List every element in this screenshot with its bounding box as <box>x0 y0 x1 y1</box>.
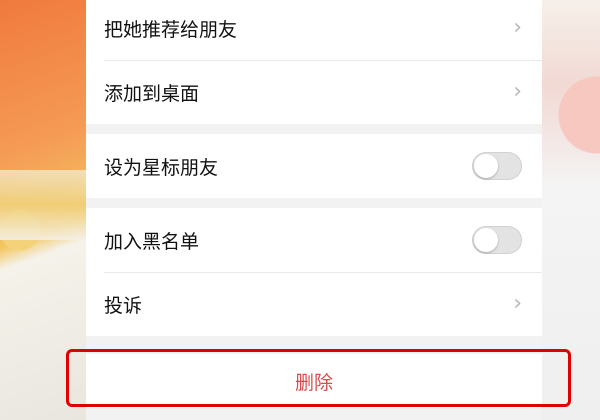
toggle-knob <box>474 228 498 252</box>
chevron-right-icon: › <box>513 15 522 40</box>
delete-button[interactable]: 删除 <box>86 354 542 408</box>
share-group: 把她推荐给朋友 › 添加到桌面 › <box>86 0 542 124</box>
recommend-label: 把她推荐给朋友 <box>104 18 238 41</box>
delete-label: 删除 <box>294 371 333 394</box>
blacklist-label: 加入黑名单 <box>104 230 200 253</box>
star-friend-toggle[interactable] <box>472 152 522 180</box>
chevron-right-icon: › <box>513 291 522 316</box>
moderation-group: 加入黑名单 投诉 › <box>86 208 542 336</box>
star-friend-label: 设为星标朋友 <box>104 156 219 179</box>
add-to-desktop-label: 添加到桌面 <box>104 82 200 105</box>
add-to-desktop-item[interactable]: 添加到桌面 › <box>86 60 542 124</box>
section-gap <box>86 124 542 134</box>
star-friend-item: 设为星标朋友 <box>86 134 542 198</box>
chevron-right-icon: › <box>513 79 522 104</box>
background-photo-right <box>542 0 600 420</box>
blacklist-item: 加入黑名单 <box>86 208 542 272</box>
delete-section: 删除 <box>86 348 542 420</box>
report-label: 投诉 <box>104 294 143 317</box>
toggle-knob <box>474 154 498 178</box>
star-group: 设为星标朋友 <box>86 134 542 198</box>
recommend-to-friend-item[interactable]: 把她推荐给朋友 › <box>86 0 542 60</box>
blacklist-toggle[interactable] <box>472 226 522 254</box>
section-gap <box>86 198 542 208</box>
settings-panel: 把她推荐给朋友 › 添加到桌面 › 设为星标朋友 加入黑名单 投诉 › 删除 <box>86 0 542 420</box>
report-item[interactable]: 投诉 › <box>86 272 542 336</box>
background-photo-left <box>0 0 86 420</box>
